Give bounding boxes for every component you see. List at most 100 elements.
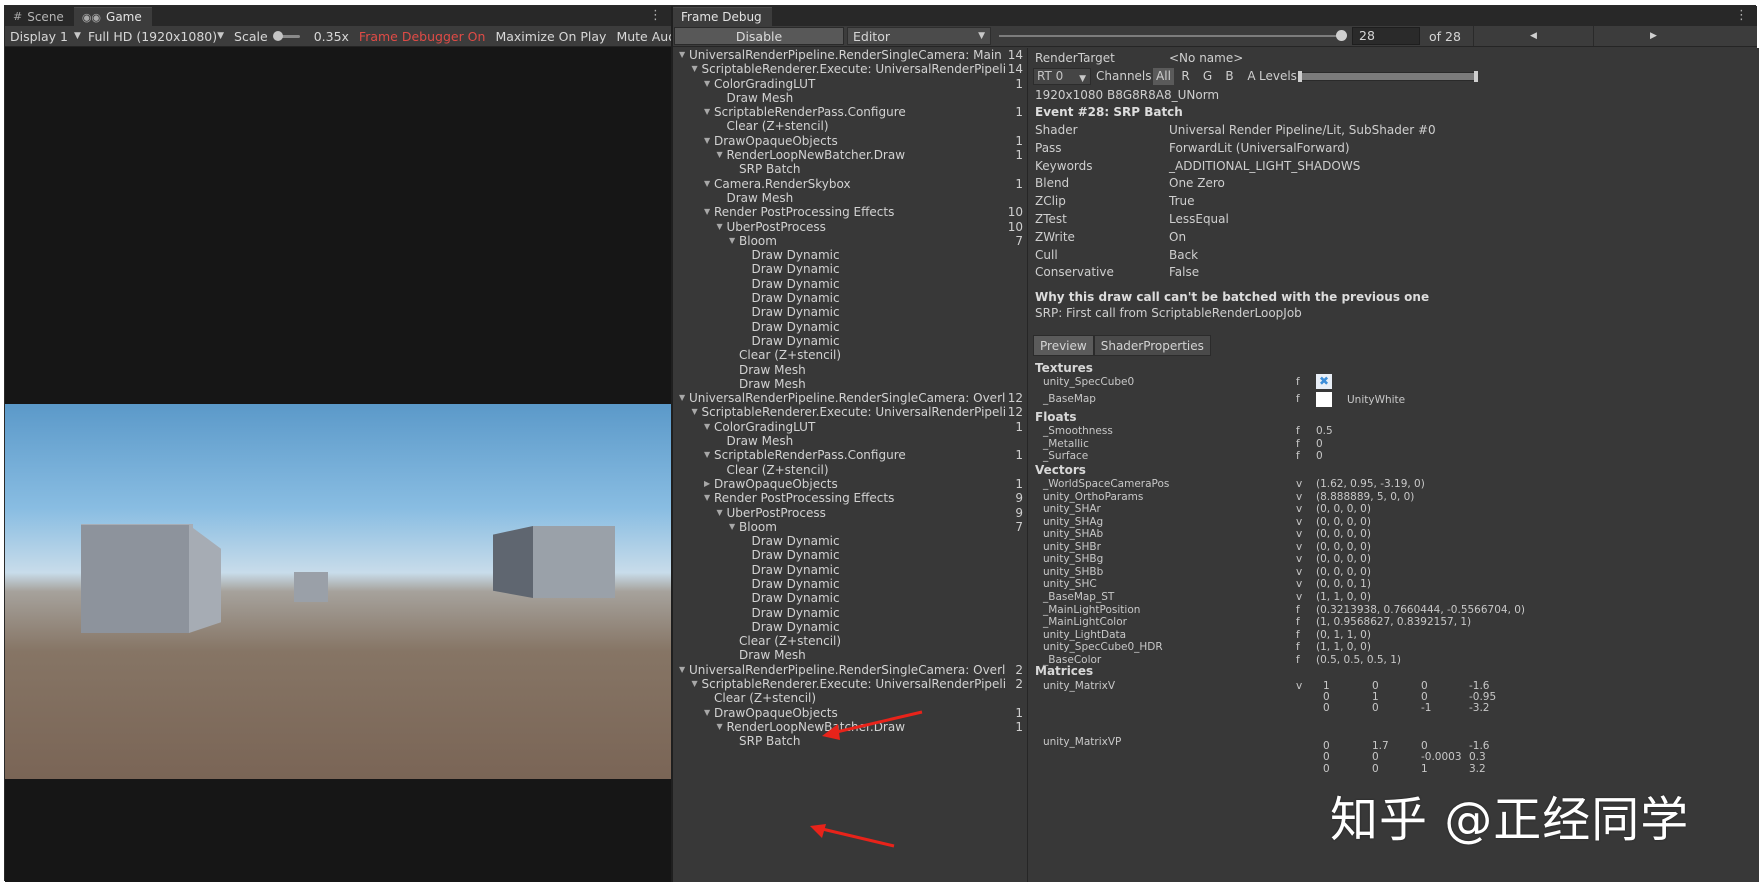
expand-arrow-icon[interactable]: ▼ xyxy=(704,491,710,505)
tree-row[interactable]: ▼ UberPostProcess 9 xyxy=(673,506,1027,520)
tree-row[interactable]: Clear (Z+stencil) xyxy=(673,634,1027,648)
tree-row[interactable]: Draw Dynamic xyxy=(673,563,1027,577)
expand-arrow-icon[interactable]: ▼ xyxy=(704,448,710,462)
game-viewport[interactable] xyxy=(5,404,671,779)
expand-arrow-icon[interactable]: ▼ xyxy=(717,506,723,520)
tree-row[interactable]: ▶ DrawOpaqueObjects 1 xyxy=(673,477,1027,491)
more-menu-icon[interactable]: ⋮ xyxy=(1735,8,1748,23)
expand-arrow-icon[interactable]: ▼ xyxy=(704,420,710,434)
resolution-dropdown[interactable]: Full HD (1920x1080) ▼ xyxy=(83,26,229,47)
tree-row[interactable]: ▼ Render PostProcessing Effects 10 xyxy=(673,205,1027,219)
tree-row[interactable]: ▼ ColorGradingLUT 1 xyxy=(673,420,1027,434)
more-menu-icon[interactable]: ⋮ xyxy=(649,8,662,23)
tree-row[interactable]: ▼ UniversalRenderPipeline.RenderSingleCam… xyxy=(673,663,1027,677)
expand-arrow-icon[interactable]: ▼ xyxy=(692,677,698,691)
tree-row[interactable]: ▼ UberPostProcess 10 xyxy=(673,220,1027,234)
target-dropdown[interactable]: Editor ▼ xyxy=(847,27,991,45)
scale-slider[interactable] xyxy=(272,30,300,41)
display-dropdown[interactable]: Display 1 ▼ xyxy=(5,26,83,47)
tree-row[interactable]: ▼ ScriptableRenderer.Execute: UniversalRe… xyxy=(673,62,1027,76)
maximize-on-play-toggle[interactable]: Maximize On Play xyxy=(490,26,611,47)
tree-row[interactable]: Draw Dynamic xyxy=(673,334,1027,348)
tree-row[interactable]: Draw Dynamic xyxy=(673,262,1027,276)
tree-row[interactable]: ▼ Bloom 7 xyxy=(673,520,1027,534)
tree-row[interactable]: Draw Dynamic xyxy=(673,320,1027,334)
tree-row[interactable]: SRP Batch xyxy=(673,162,1027,176)
tree-row[interactable]: ▼ ScriptableRenderer.Execute: UniversalRe… xyxy=(673,677,1027,691)
tree-row[interactable]: Draw Dynamic xyxy=(673,277,1027,291)
next-event-button[interactable]: ▶ xyxy=(1593,26,1713,46)
tree-row[interactable]: ▼ DrawOpaqueObjects 1 xyxy=(673,134,1027,148)
collapse-arrow-icon[interactable]: ▶ xyxy=(704,477,710,491)
expand-arrow-icon[interactable]: ▼ xyxy=(717,720,723,734)
tree-row[interactable]: ▼ ColorGradingLUT 1 xyxy=(673,77,1027,91)
cubemap-thumbnail-icon[interactable]: ✖ xyxy=(1316,374,1332,389)
expand-arrow-icon[interactable]: ▼ xyxy=(679,663,685,677)
channel-r-button[interactable]: R xyxy=(1175,68,1196,85)
disable-button[interactable]: Disable xyxy=(674,27,844,45)
tab-game[interactable]: ◉◉ Game xyxy=(73,7,152,26)
event-slider[interactable] xyxy=(999,35,1344,37)
tree-row[interactable]: ▼ ScriptableRenderer.Execute: UniversalRe… xyxy=(673,405,1027,419)
tree-row[interactable]: Draw Mesh xyxy=(673,191,1027,205)
event-slider-knob[interactable] xyxy=(1336,30,1347,41)
tree-row[interactable]: Draw Dynamic xyxy=(673,534,1027,548)
tree-row[interactable]: ▼ UniversalRenderPipeline.RenderSingleCam… xyxy=(673,48,1027,62)
tree-row[interactable]: ▼ RenderLoopNewBatcher.Draw 1 xyxy=(673,148,1027,162)
channel-all-button[interactable]: All xyxy=(1153,68,1174,85)
event-index-field[interactable]: 28 xyxy=(1352,27,1420,45)
scale-control[interactable]: Scale 0.35x xyxy=(229,26,354,47)
expand-arrow-icon[interactable]: ▼ xyxy=(704,134,710,148)
prop-key: Shader xyxy=(1035,123,1078,137)
expand-arrow-icon[interactable]: ▼ xyxy=(717,220,723,234)
tree-row[interactable]: ▼ Bloom 7 xyxy=(673,234,1027,248)
channel-b-button[interactable]: B xyxy=(1219,68,1240,85)
expand-arrow-icon[interactable]: ▼ xyxy=(704,77,710,91)
tree-row[interactable]: Draw Mesh xyxy=(673,377,1027,391)
tree-row-label: DrawOpaqueObjects xyxy=(714,476,838,491)
expand-arrow-icon[interactable]: ▼ xyxy=(692,405,698,419)
frame-debugger-toggle[interactable]: Frame Debugger On xyxy=(354,26,491,47)
tree-row[interactable]: Clear (Z+stencil) xyxy=(673,348,1027,362)
tree-row[interactable]: ▼ Render PostProcessing Effects 9 xyxy=(673,491,1027,505)
expand-arrow-icon[interactable]: ▼ xyxy=(704,706,710,720)
tree-row[interactable]: Draw Dynamic xyxy=(673,577,1027,591)
rt-dropdown[interactable]: RT 0 ▼ xyxy=(1033,68,1091,85)
expand-arrow-icon[interactable]: ▼ xyxy=(704,205,710,219)
tab-preview[interactable]: Preview xyxy=(1033,335,1094,356)
levels-slider[interactable] xyxy=(1298,71,1478,82)
tree-row[interactable]: Clear (Z+stencil) xyxy=(673,463,1027,477)
texture-thumbnail[interactable] xyxy=(1316,392,1332,407)
tree-row[interactable]: Draw Mesh xyxy=(673,648,1027,662)
tree-row[interactable]: Draw Mesh xyxy=(673,363,1027,377)
tree-row[interactable]: ▼ Camera.RenderSkybox 1 xyxy=(673,177,1027,191)
tree-row[interactable]: ▼ ScriptableRenderPass.Configure 1 xyxy=(673,448,1027,462)
channel-g-button[interactable]: G xyxy=(1197,68,1218,85)
tree-row[interactable]: Draw Dynamic xyxy=(673,606,1027,620)
tab-scene[interactable]: # Scene xyxy=(5,7,74,26)
tree-row[interactable]: Draw Dynamic xyxy=(673,248,1027,262)
expand-arrow-icon[interactable]: ▼ xyxy=(692,62,698,76)
tab-frame-debug[interactable]: Frame Debug xyxy=(673,7,772,26)
tree-row[interactable]: Clear (Z+stencil) xyxy=(673,119,1027,133)
slider-knob[interactable] xyxy=(272,30,283,41)
tree-row[interactable]: Draw Dynamic xyxy=(673,305,1027,319)
tab-shader-properties[interactable]: ShaderProperties xyxy=(1093,335,1211,356)
expand-arrow-icon[interactable]: ▼ xyxy=(729,234,735,248)
prev-event-button[interactable]: ◀ xyxy=(1473,26,1593,46)
tree-row[interactable]: Draw Mesh xyxy=(673,434,1027,448)
expand-arrow-icon[interactable]: ▼ xyxy=(704,177,710,191)
tree-row[interactable]: ▼ ScriptableRenderPass.Configure 1 xyxy=(673,105,1027,119)
expand-arrow-icon[interactable]: ▼ xyxy=(729,520,735,534)
tree-row[interactable]: ▼ UniversalRenderPipeline.RenderSingleCam… xyxy=(673,391,1027,405)
expand-arrow-icon[interactable]: ▼ xyxy=(717,148,723,162)
tree-row[interactable]: Draw Dynamic xyxy=(673,620,1027,634)
tree-row[interactable]: Draw Dynamic xyxy=(673,548,1027,562)
expand-arrow-icon[interactable]: ▼ xyxy=(679,391,685,405)
tree-row[interactable]: Draw Mesh xyxy=(673,91,1027,105)
tree-row[interactable]: Draw Dynamic xyxy=(673,591,1027,605)
tree-row[interactable]: Draw Dynamic xyxy=(673,291,1027,305)
expand-arrow-icon[interactable]: ▼ xyxy=(679,48,685,62)
tree-row[interactable]: Clear (Z+stencil) xyxy=(673,691,1027,705)
expand-arrow-icon[interactable]: ▼ xyxy=(704,105,710,119)
